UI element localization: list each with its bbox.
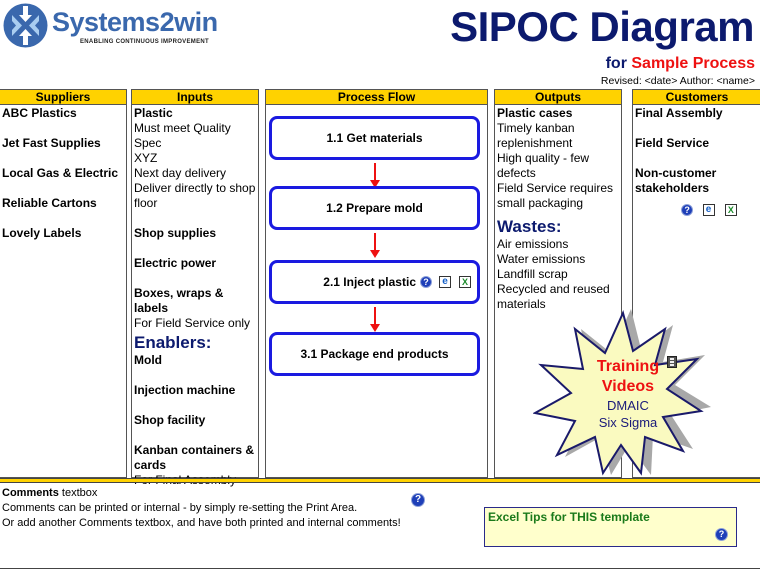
logo-mark-icon — [3, 3, 48, 48]
logo-name: Systems2win — [52, 7, 218, 37]
flow-arrow — [370, 163, 380, 188]
page-title: SIPOC Diagram — [450, 3, 754, 50]
dmaic-label: DMAIC — [607, 398, 649, 413]
supplier-item[interactable]: ABC Plastics — [2, 106, 124, 121]
film-icon[interactable] — [667, 356, 677, 368]
systems2win-logo[interactable]: Systems2win ENABLING CONTINUOUS IMPROVEM… — [3, 3, 243, 51]
flow-arrow — [370, 307, 380, 332]
enabler-item[interactable]: Injection machine — [134, 383, 256, 398]
help-icon[interactable]: ? — [681, 203, 694, 216]
excel-tips-label: Excel Tips for THIS template — [488, 510, 650, 524]
process-flow-column: Process Flow 1.1 Get materials 1.2 Prepa… — [265, 89, 488, 478]
enablers-heading: Enablers: — [134, 333, 212, 352]
waste-item[interactable]: Landfill scrap — [497, 267, 619, 282]
output-detail: High quality - few — [497, 151, 590, 165]
flow-arrow — [370, 233, 380, 258]
output-detail: Timely kanban — [497, 121, 575, 135]
input-item[interactable]: Electric power — [134, 256, 256, 271]
customers-list[interactable]: Final Assembly Field Service Non-custome… — [633, 105, 760, 218]
output-item[interactable]: Plastic cases — [497, 106, 619, 121]
process-subtitle: for Sample Process — [606, 55, 755, 73]
customer-item[interactable]: Final Assembly — [635, 106, 759, 121]
suppliers-list[interactable]: ABC Plastics Jet Fast Supplies Local Gas… — [0, 105, 126, 242]
wastes-heading: Wastes: — [497, 217, 562, 236]
inputs-header: Inputs — [132, 90, 258, 105]
comments-title: Comments textbox — [2, 486, 760, 501]
excel-tips-box[interactable]: Excel Tips for THIS template ? — [484, 507, 737, 547]
web-link-icon[interactable]: e — [702, 203, 715, 216]
input-detail: Deliver directly to shop — [134, 181, 256, 195]
customer-item[interactable]: Field Service — [635, 136, 759, 151]
help-icon[interactable]: ? — [420, 276, 432, 288]
process-step-label: 3.1 Package end products — [300, 347, 449, 361]
process-step-label: 1.2 Prepare mold — [326, 201, 423, 215]
input-detail: floor — [134, 196, 158, 210]
input-detail: For Field Service only — [134, 316, 251, 330]
excel-icon[interactable]: X — [724, 203, 737, 216]
suppliers-column: Suppliers ABC Plastics Jet Fast Supplies… — [0, 89, 127, 478]
input-item[interactable]: Plastic — [134, 106, 256, 121]
section-divider — [0, 478, 760, 483]
customer-item[interactable]: Non-customer — [635, 166, 759, 181]
subtitle-prefix: for — [605, 55, 627, 72]
outputs-header: Outputs — [495, 90, 621, 105]
supplier-item[interactable]: Jet Fast Supplies — [2, 136, 124, 151]
customer-item-cont[interactable]: stakeholders — [635, 181, 759, 196]
web-link-icon[interactable]: e — [439, 276, 451, 288]
process-name[interactable]: Sample Process — [631, 55, 755, 72]
inputs-list[interactable]: Plastic Must meet Quality Spec XYZ Next … — [132, 105, 258, 489]
supplier-item[interactable]: Lovely Labels — [2, 226, 124, 241]
process-step-1-2[interactable]: 1.2 Prepare mold — [269, 186, 480, 230]
supplier-item[interactable]: Reliable Cartons — [2, 196, 124, 211]
tips-help-icon[interactable]: ? — [715, 528, 728, 541]
enabler-item[interactable]: Shop facility — [134, 413, 256, 428]
output-detail: defects — [497, 166, 536, 180]
input-item[interactable]: Shop supplies — [134, 226, 256, 241]
revised-author-line[interactable]: Revised: <date> Author: <name> — [601, 75, 755, 87]
enabler-item-cont[interactable]: cards — [134, 458, 256, 473]
enabler-item[interactable]: Mold — [134, 353, 256, 368]
output-detail: small packaging — [497, 196, 584, 210]
training-label: Training — [596, 358, 660, 375]
comments-label-suffix: textbox — [58, 487, 98, 499]
process-step-1-1[interactable]: 1.1 Get materials — [269, 116, 480, 160]
process-step-label: 1.1 Get materials — [326, 131, 423, 145]
waste-item[interactable]: Water emissions — [497, 252, 619, 267]
excel-icon[interactable]: X — [459, 276, 471, 288]
videos-label: Videos — [601, 378, 655, 395]
process-step-2-1[interactable]: 2.1 Inject plastic ? e X — [269, 260, 480, 304]
input-detail: Must meet Quality Spec — [134, 121, 231, 150]
six-sigma-label: Six Sigma — [598, 415, 658, 430]
comments-label: Comments — [2, 487, 59, 499]
process-flow-header: Process Flow — [266, 90, 487, 105]
output-detail: replenishment — [497, 136, 573, 150]
input-item[interactable]: Boxes, wraps & labels — [134, 286, 256, 316]
logo-tagline: ENABLING CONTINUOUS IMPROVEMENT — [80, 39, 209, 45]
customers-header: Customers — [633, 90, 760, 105]
process-step-label: 2.1 Inject plastic — [323, 275, 416, 289]
training-videos-text[interactable]: Training Videos DMAIC Six Sigma — [553, 357, 703, 431]
customer-icons: ? e X — [635, 202, 759, 217]
input-detail: Next day delivery — [134, 166, 227, 180]
suppliers-header: Suppliers — [0, 90, 126, 105]
comments-help-icon[interactable]: ? — [411, 493, 425, 507]
inputs-column: Inputs Plastic Must meet Quality Spec XY… — [131, 89, 259, 487]
waste-item[interactable]: Air emissions — [497, 237, 619, 252]
input-detail: XYZ — [134, 151, 158, 165]
enabler-item[interactable]: Kanban containers & — [134, 443, 256, 458]
waste-item[interactable]: Recycled and reused — [497, 282, 619, 297]
supplier-item[interactable]: Local Gas & Electric — [2, 166, 124, 181]
output-detail: Field Service requires — [497, 181, 614, 195]
process-step-3-1[interactable]: 3.1 Package end products — [269, 332, 480, 376]
outputs-list[interactable]: Plastic cases Timely kanban replenishmen… — [495, 105, 621, 313]
